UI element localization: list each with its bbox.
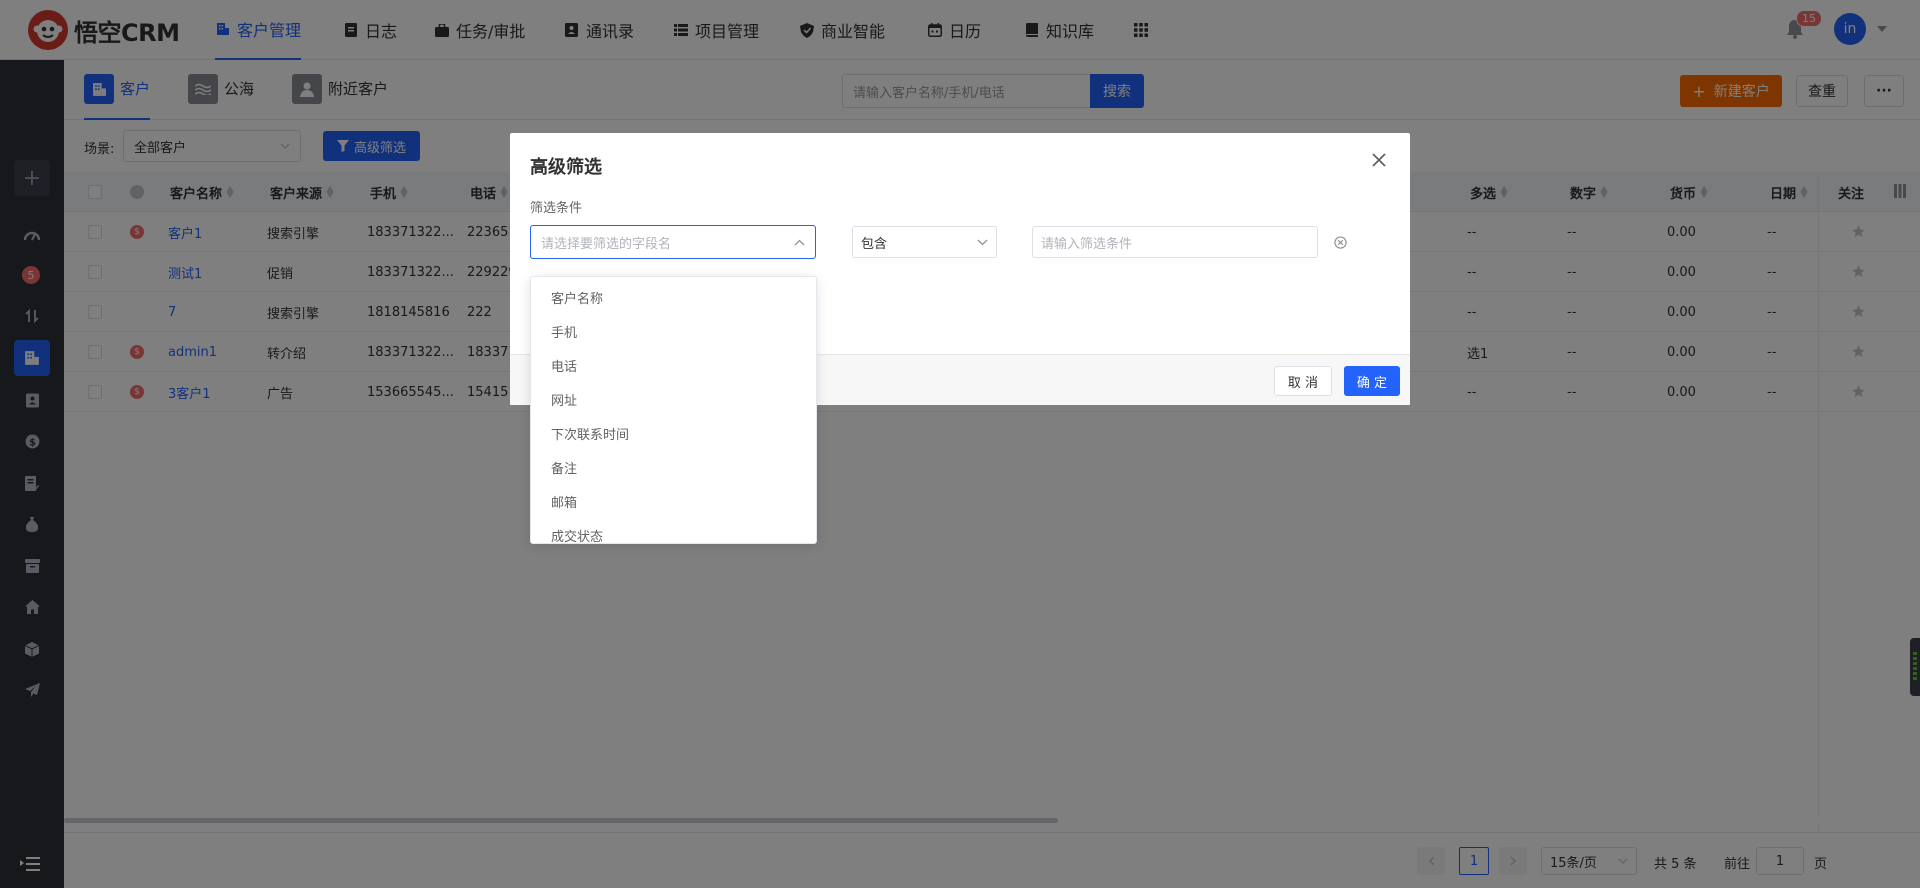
operator-select[interactable]: 包含 bbox=[852, 226, 997, 258]
chevron-up-icon bbox=[794, 239, 805, 246]
chevron-down-icon bbox=[977, 239, 988, 246]
remove-condition-icon[interactable] bbox=[1334, 236, 1347, 249]
filter-conditions-label: 筛选条件 bbox=[530, 201, 583, 216]
field-placeholder: 请选择要筛选的字段名 bbox=[541, 236, 672, 252]
dropdown-option[interactable]: 客户名称 bbox=[531, 283, 816, 317]
dropdown-option[interactable]: 网址 bbox=[531, 385, 816, 419]
field-options-dropdown: 客户名称 手机 电话 网址 下次联系时间 备注 邮箱 成交状态 bbox=[530, 276, 817, 544]
cancel-button[interactable]: 取 消 bbox=[1274, 366, 1332, 396]
dialog-title: 高级筛选 bbox=[530, 157, 602, 178]
confirm-button[interactable]: 确 定 bbox=[1344, 366, 1400, 396]
dropdown-option[interactable]: 邮箱 bbox=[531, 487, 816, 521]
operator-value: 包含 bbox=[861, 236, 888, 252]
dropdown-option[interactable]: 手机 bbox=[531, 317, 816, 351]
dropdown-option[interactable]: 下次联系时间 bbox=[531, 419, 816, 453]
dropdown-option[interactable]: 电话 bbox=[531, 351, 816, 385]
close-icon[interactable] bbox=[1372, 153, 1386, 167]
field-name-select[interactable]: 请选择要筛选的字段名 bbox=[530, 225, 816, 259]
dropdown-option[interactable]: 备注 bbox=[531, 453, 816, 487]
condition-value-input[interactable]: 请输入筛选条件 bbox=[1032, 226, 1318, 258]
dropdown-option[interactable]: 成交状态 bbox=[531, 521, 816, 543]
